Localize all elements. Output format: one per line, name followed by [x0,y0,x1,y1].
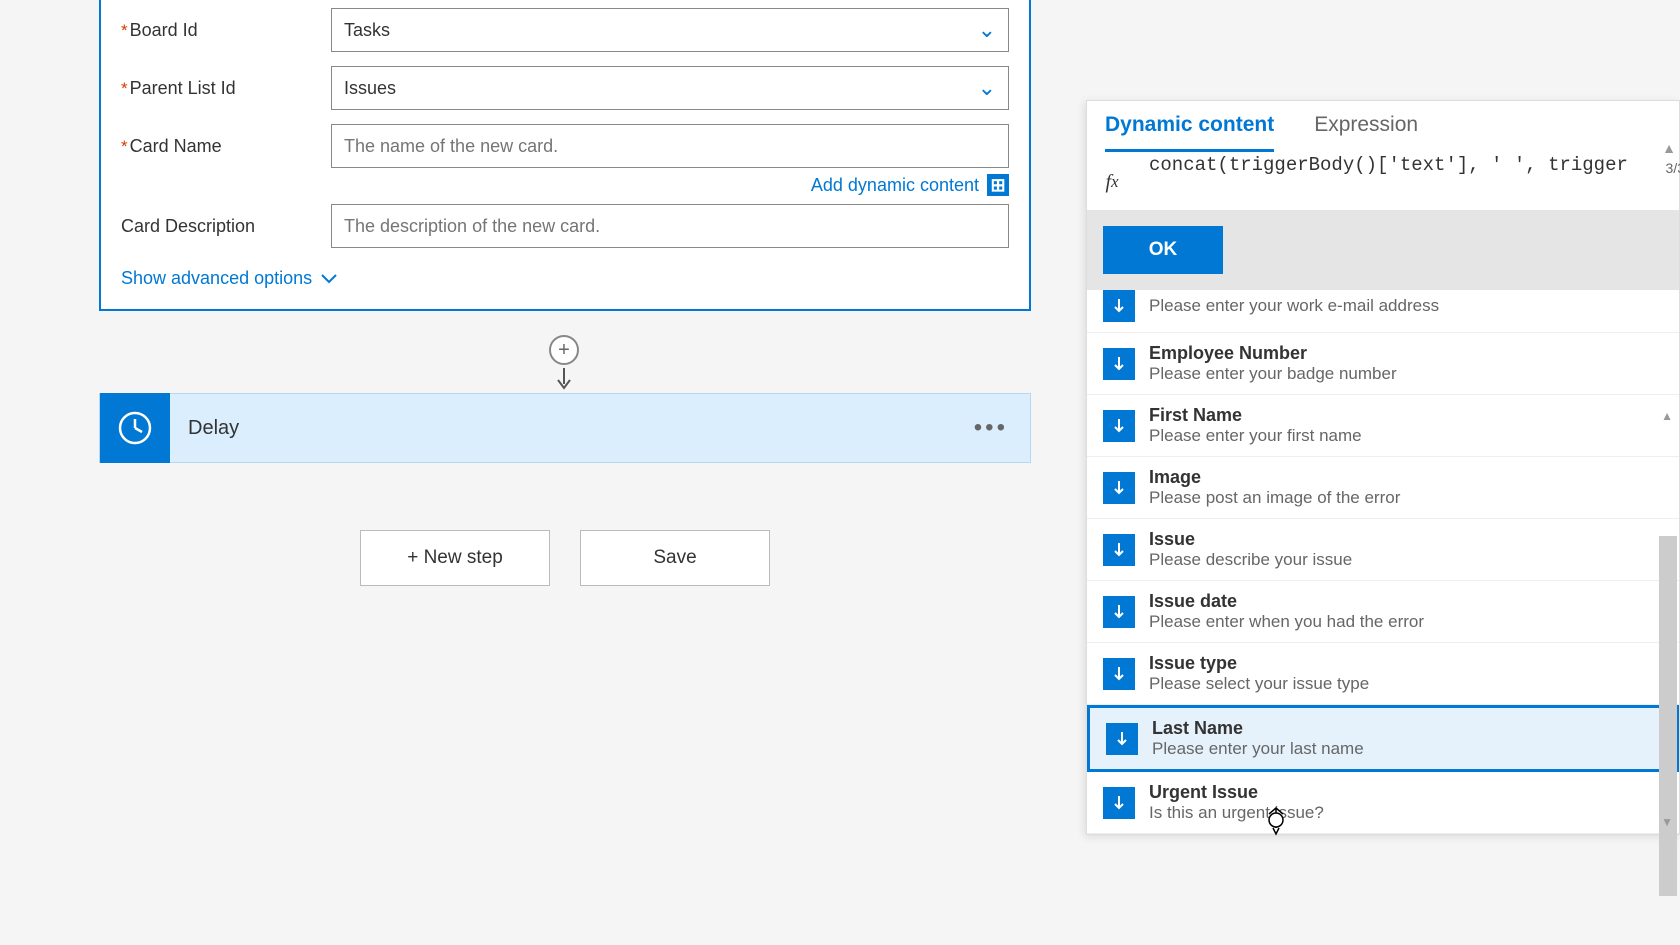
form-field-icon [1103,472,1135,504]
form-field-icon [1103,290,1135,322]
formula-input[interactable]: concat(triggerBody()['text'], ' ', trigg… [1137,154,1679,210]
card-description-label: Card Description [121,216,331,237]
delay-action[interactable]: Delay ••• [99,393,1031,463]
add-dynamic-content-link[interactable]: Add dynamic content ⊞ [121,174,1009,196]
chevron-down-icon: ⌄ [978,75,996,101]
card-description-input[interactable] [331,204,1009,248]
dc-item-issue-date[interactable]: Issue date Please enter when you had the… [1087,581,1679,643]
parent-list-select[interactable]: Issues ⌄ [331,66,1009,110]
flow-arrow-icon [556,368,572,390]
dc-item-image[interactable]: Image Please post an image of the error [1087,457,1679,519]
footer-buttons: + New step Save [99,530,1031,586]
form-field-icon [1106,723,1138,755]
dc-item-urgent-issue[interactable]: Urgent Issue Is this an urgent issue? [1087,772,1679,834]
flyout-tabs: Dynamic content Expression [1087,101,1679,154]
form-field-icon [1103,534,1135,566]
form-field-icon [1103,787,1135,819]
board-id-select[interactable]: Tasks ⌄ [331,8,1009,52]
scroll-up-icon[interactable]: ▲ [1661,409,1673,423]
board-id-label: *Board Id [121,20,331,41]
scrollbar-thumb[interactable] [1659,536,1677,896]
delay-icon [100,393,170,463]
dc-item-email[interactable]: Email Please enter your work e-mail addr… [1087,290,1679,333]
scroll-down-icon[interactable]: ▼ [1661,815,1673,829]
page-indicator: 3/3 [1666,160,1680,176]
dc-item-issue[interactable]: Issue Please describe your issue [1087,519,1679,581]
dc-item-first-name[interactable]: First Name Please enter your first name [1087,395,1679,457]
ok-row: OK [1087,210,1679,290]
card-description-row: Card Description [121,204,1009,248]
parent-list-label: *Parent List Id [121,78,331,99]
formula-row: fx concat(triggerBody()['text'], ' ', tr… [1087,154,1679,210]
dc-item-last-name[interactable]: Last Name Please enter your last name [1087,705,1679,772]
chevron-down-icon: ⌄ [978,17,996,43]
form-field-icon [1103,348,1135,380]
fx-icon: fx [1087,154,1137,210]
chevron-down-icon [320,273,338,285]
add-dynamic-content-icon: ⊞ [987,174,1009,196]
dc-item-employee-number[interactable]: Employee Number Please enter your badge … [1087,333,1679,395]
dynamic-content-flyout: Dynamic content Expression fx concat(tri… [1086,100,1680,835]
tab-expression[interactable]: Expression [1314,113,1418,152]
board-id-value: Tasks [344,20,390,41]
card-name-label: *Card Name [121,136,331,157]
dc-item-issue-type[interactable]: Issue type Please select your issue type [1087,643,1679,705]
tab-dynamic-content[interactable]: Dynamic content [1105,113,1274,152]
card-name-row: *Card Name [121,124,1009,168]
board-id-row: *Board Id Tasks ⌄ [121,8,1009,52]
show-advanced-options[interactable]: Show advanced options [121,268,1009,289]
ok-button[interactable]: OK [1103,226,1223,274]
form-field-icon [1103,596,1135,628]
more-options-icon[interactable]: ••• [952,414,1030,442]
create-card-action: *Board Id Tasks ⌄ *Parent List Id Issues… [99,0,1031,311]
parent-list-row: *Parent List Id Issues ⌄ [121,66,1009,110]
flyout-scroll-icon[interactable]: ▲ [1662,140,1676,156]
save-button[interactable]: Save [580,530,770,586]
delay-label: Delay [188,417,952,440]
cursor-icon [1264,806,1290,836]
form-field-icon [1103,658,1135,690]
new-step-button[interactable]: + New step [360,530,550,586]
card-name-input[interactable] [331,124,1009,168]
parent-list-value: Issues [344,78,396,99]
add-step-icon[interactable]: + [549,335,579,365]
dynamic-content-list: Email Please enter your work e-mail addr… [1087,290,1679,834]
form-field-icon [1103,410,1135,442]
